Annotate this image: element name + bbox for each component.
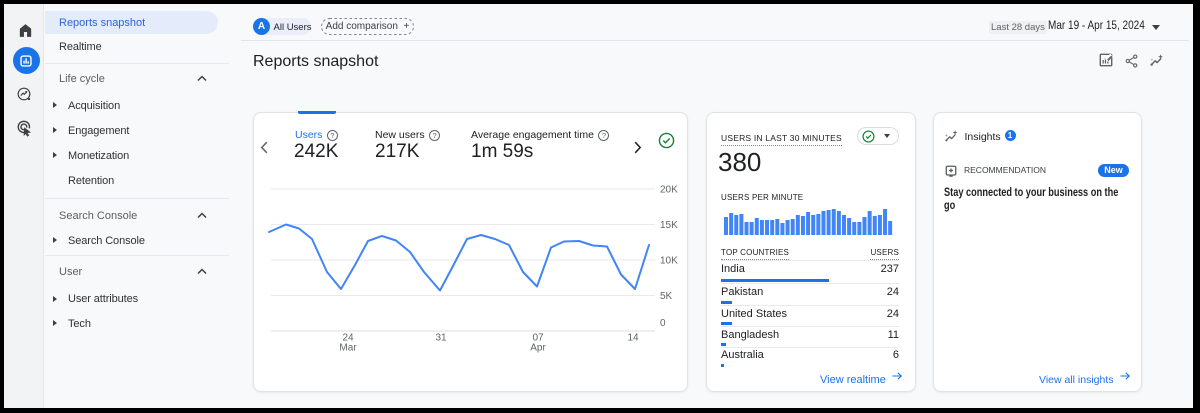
svg-text:31: 31 [435, 333, 447, 344]
svg-text:Apr: Apr [530, 343, 546, 354]
svg-text:14: 14 [627, 333, 639, 344]
svg-text:15K: 15K [660, 220, 678, 231]
svg-text:5K: 5K [660, 291, 673, 302]
svg-text:Mar: Mar [339, 343, 357, 354]
svg-text:20K: 20K [660, 185, 678, 196]
svg-text:0: 0 [660, 318, 666, 329]
svg-text:10K: 10K [660, 256, 678, 267]
